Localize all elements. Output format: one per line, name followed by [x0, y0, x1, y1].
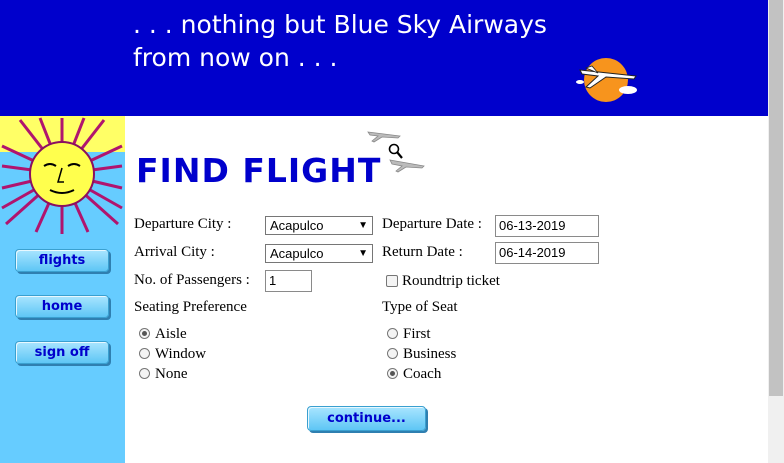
airline-logo-icon: [576, 58, 637, 102]
roundtrip-label: Roundtrip ticket: [402, 273, 500, 289]
header-banner: . . . nothing but Blue Sky Airways from …: [0, 0, 768, 116]
departure-city-select[interactable]: Acapulco ▼: [265, 216, 373, 235]
seating-window-radio[interactable]: [139, 348, 150, 359]
arrival-city-label: Arrival City :: [134, 244, 215, 260]
seat-first-radio[interactable]: [387, 328, 398, 339]
departure-city-label: Departure City :: [134, 216, 232, 232]
dropdown-arrow-icon: ▼: [358, 220, 368, 231]
seat-type-label: Type of Seat: [382, 299, 458, 315]
scrollbar-thumb[interactable]: [769, 0, 783, 396]
magnifier-cursor-icon: [388, 143, 403, 159]
tagline: . . . nothing but Blue Sky Airways from …: [133, 10, 547, 72]
roundtrip-checkbox[interactable]: [386, 275, 398, 287]
seat-business-label: Business: [403, 346, 457, 362]
nav-sign-off-button[interactable]: sign off: [15, 341, 109, 364]
departure-date-input[interactable]: 06-13-2019: [495, 215, 599, 237]
return-date-label: Return Date :: [382, 244, 463, 260]
sun-icon: [0, 116, 125, 234]
seating-none-label: None: [155, 366, 188, 382]
continue-button[interactable]: continue...: [307, 406, 426, 431]
seat-first-label: First: [403, 326, 431, 342]
arrival-city-value: Acapulco: [270, 246, 324, 261]
seating-aisle-radio[interactable]: [139, 328, 150, 339]
page-title: FIND FLIGHT: [136, 151, 382, 190]
seating-window-label: Window: [155, 346, 207, 362]
departure-city-value: Acapulco: [270, 218, 324, 233]
arrival-city-select[interactable]: Acapulco ▼: [265, 244, 373, 263]
seating-none-radio[interactable]: [139, 368, 150, 379]
return-date-input[interactable]: 06-14-2019: [495, 242, 599, 264]
seat-business-radio[interactable]: [387, 348, 398, 359]
passengers-label: No. of Passengers :: [134, 272, 250, 288]
seating-aisle-label: Aisle: [155, 326, 187, 342]
departure-date-label: Departure Date :: [382, 216, 482, 232]
nav-home-button[interactable]: home: [15, 295, 109, 318]
seat-coach-radio[interactable]: [387, 368, 398, 379]
dropdown-arrow-icon: ▼: [358, 248, 368, 259]
seating-preference-label: Seating Preference: [134, 299, 247, 315]
passengers-input[interactable]: 1: [265, 270, 312, 292]
seat-coach-label: Coach: [403, 366, 442, 382]
nav-flights-button[interactable]: flights: [15, 249, 109, 272]
